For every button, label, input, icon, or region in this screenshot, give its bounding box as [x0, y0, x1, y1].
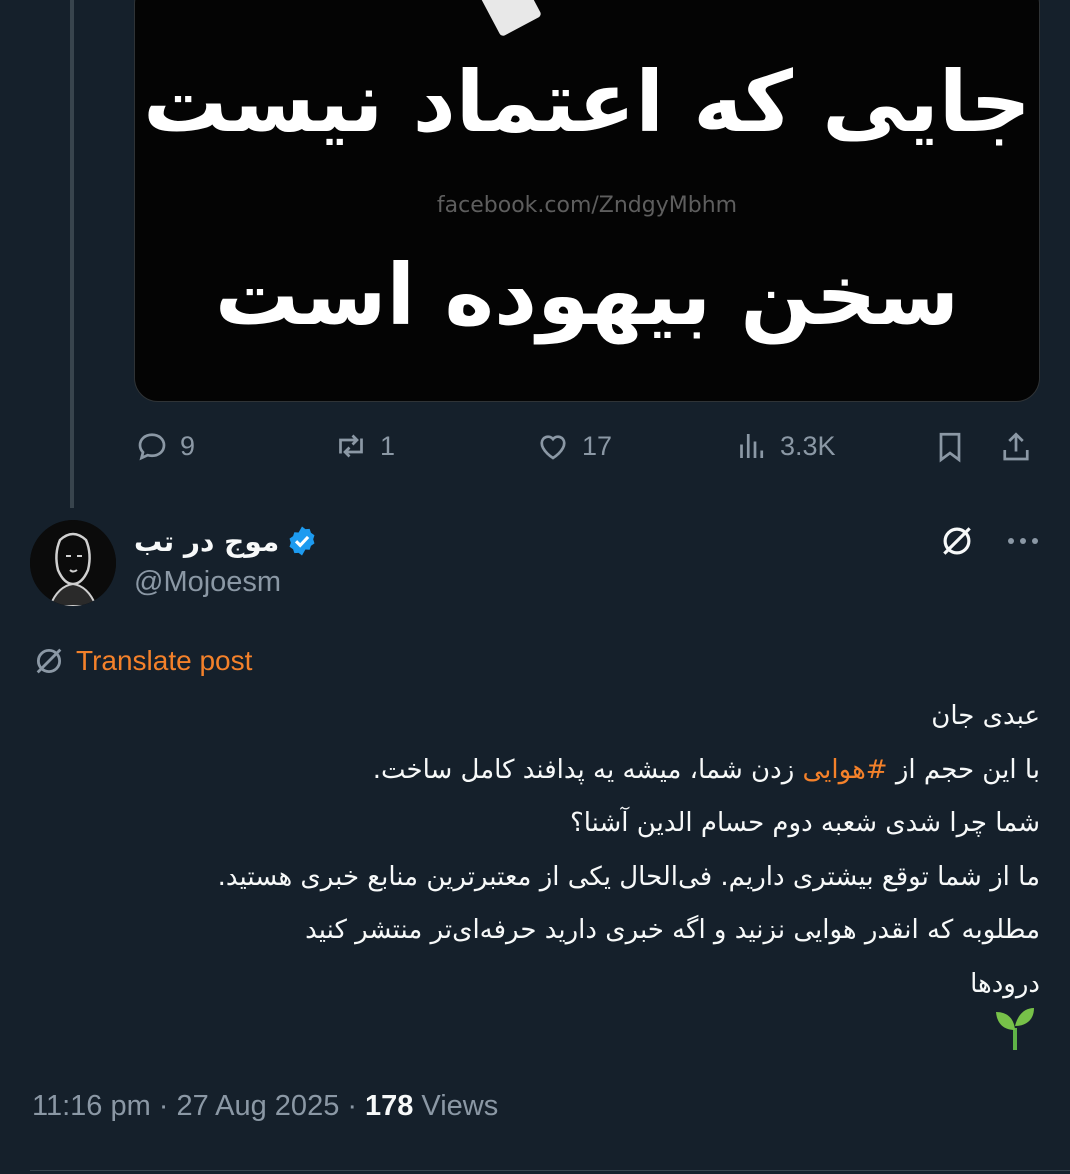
- post-body-text: با این حجم از: [887, 754, 1040, 785]
- views-button[interactable]: 3.3K: [734, 428, 836, 464]
- post-date[interactable]: 27 Aug 2025: [176, 1090, 339, 1123]
- translate-icon: [36, 648, 62, 674]
- image-text-line2: سخن بیهوده است: [214, 246, 960, 344]
- like-button[interactable]: 17: [534, 428, 612, 464]
- share-icon: [1003, 432, 1029, 461]
- post-views-label: Views: [421, 1090, 499, 1122]
- image-watermark: facebook.com/ZndgyMbhm: [436, 193, 738, 218]
- divider: [30, 1170, 1070, 1171]
- meta-separator: ·: [158, 1090, 169, 1122]
- hashtag-link[interactable]: #هوایی: [803, 755, 888, 785]
- image-text-line1: جایی که اعتماد نیست: [143, 53, 1031, 151]
- translate-post-link[interactable]: Translate post: [32, 644, 252, 678]
- more-options-icon[interactable]: [1006, 536, 1040, 546]
- reply-button[interactable]: 9: [134, 428, 195, 464]
- post-body-line: ما از شما توقع بیشتری داریم. فی‌الحال یک…: [217, 861, 1040, 892]
- post-image[interactable]: جایی که اعتماد نیست facebook.com/ZndgyMb…: [134, 0, 1040, 402]
- reply-count: 9: [180, 430, 196, 461]
- verified-badge-icon: [289, 526, 315, 556]
- image-corner-tag: [463, 0, 543, 38]
- post-body-line: با این حجم از #هوایی زدن شما، میشه یه پد…: [40, 744, 1040, 798]
- post-body-line: مطلوبه که انقدر هوایی نزنید و اگه خبری د…: [305, 915, 1040, 945]
- post-body-text: زدن شما، میشه یه پدافند کامل ساخت.: [372, 754, 803, 785]
- post-body: عبدی جان با این حجم از #هوایی زدن شما، م…: [40, 690, 1040, 1011]
- author-name-row[interactable]: موج در تب: [134, 524, 319, 558]
- grok-icon[interactable]: [938, 522, 976, 560]
- heart-icon: [540, 435, 566, 460]
- author-display-name[interactable]: موج در تب: [134, 525, 279, 558]
- seedling-emoji: 🌱: [994, 1004, 1036, 1057]
- repost-count: 1: [380, 430, 396, 461]
- avatar[interactable]: [30, 520, 116, 606]
- post-meta: 11:16 pm · 27 Aug 2025 · 178 Views: [32, 1090, 498, 1123]
- post-views-count: 178: [365, 1090, 414, 1122]
- post-header-controls: [938, 522, 1040, 560]
- post-body-line: عبدی جان: [931, 701, 1040, 731]
- post-time[interactable]: 11:16 pm: [32, 1090, 151, 1123]
- meta-separator: ·: [347, 1090, 357, 1122]
- repost-button[interactable]: 1: [332, 428, 395, 464]
- post-body-line: درودها: [970, 968, 1040, 999]
- author-handle[interactable]: @Mojoesm: [134, 566, 281, 599]
- bookmark-button[interactable]: [932, 428, 968, 466]
- views-count: 3.3K: [780, 430, 836, 461]
- analytics-icon: [740, 434, 764, 458]
- prev-post-action-bar: 9 1 17 3.3K: [134, 428, 1038, 472]
- post-body-line: شما چرا شدی شعبه دوم حسام الدین آشنا؟: [569, 808, 1040, 838]
- translate-post-label: Translate post: [76, 645, 253, 676]
- like-count: 17: [582, 430, 613, 461]
- thread-connector-line: [70, 0, 74, 508]
- reply-icon: [138, 433, 166, 461]
- share-button[interactable]: [998, 428, 1034, 466]
- repost-icon: [339, 434, 363, 458]
- bookmark-icon: [939, 432, 961, 463]
